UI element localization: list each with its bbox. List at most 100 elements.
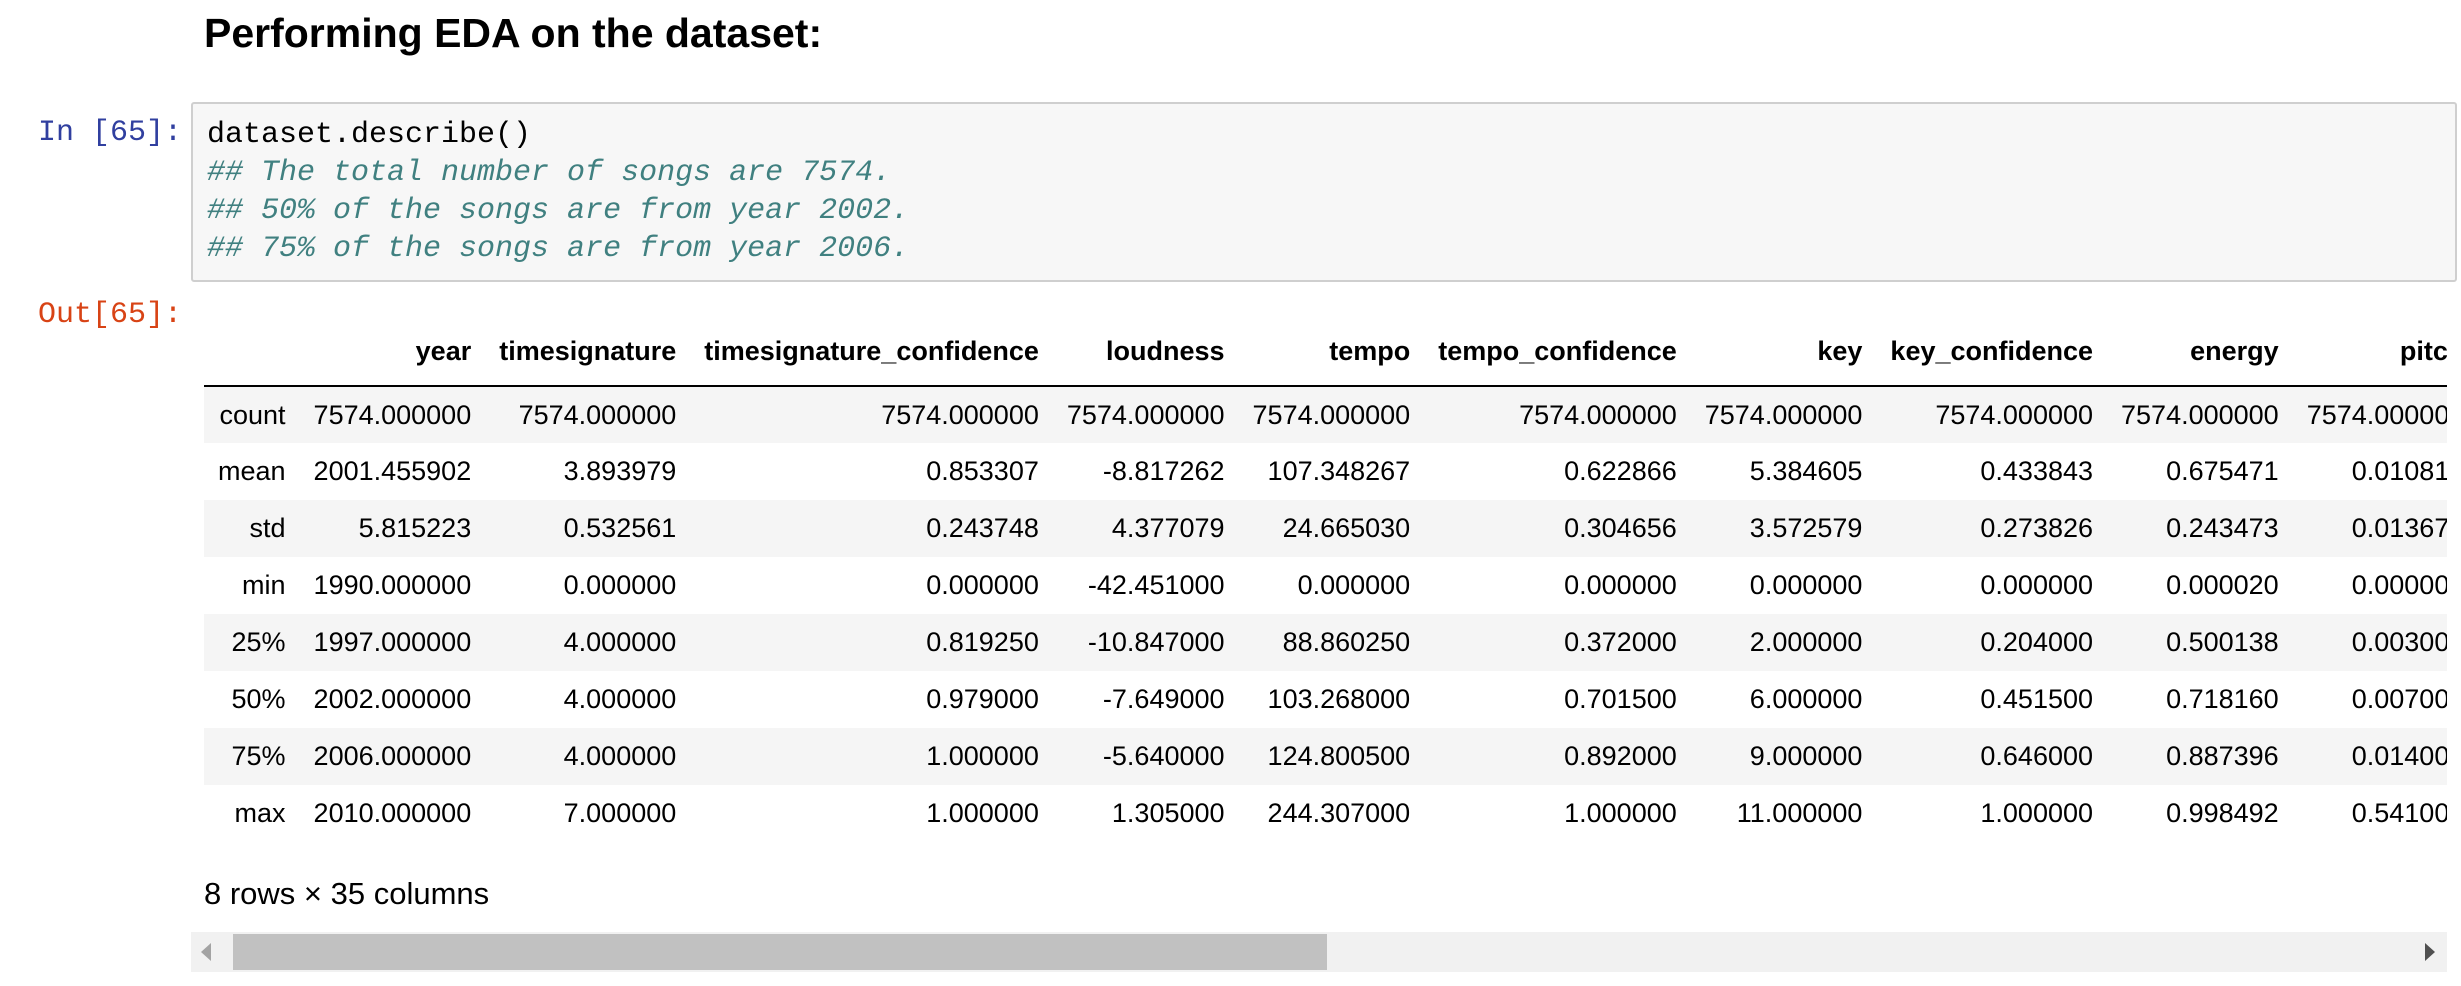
table-cell: 7574.000000 (1935, 399, 2094, 430)
table-cell: 0.000000 (563, 570, 677, 600)
table-cell: 0.622866 (1564, 456, 1677, 486)
code-line: dataset.describe() (207, 118, 532, 152)
table-cell: 0.000000 (926, 570, 1039, 600)
table-cell: 1990.000000 (313, 570, 472, 600)
table-cell: 3.893979 (563, 456, 677, 486)
table-cell: 0.853307 (926, 456, 1039, 486)
table-cell: 0.000000 (1749, 570, 1863, 600)
table-cell: -7.649000 (1102, 684, 1225, 714)
table-cell: 0.433843 (1980, 456, 2094, 486)
row-label: mean (218, 456, 286, 486)
input-prompt: In [65]: (38, 116, 183, 150)
table-cell: 0.892000 (1564, 741, 1677, 771)
table-cell: 0.998492 (2166, 798, 2279, 828)
table-cell: 1.000000 (1564, 798, 1677, 828)
column-header: key_confidence (1876, 318, 2108, 387)
scrollbar-thumb[interactable] (233, 934, 1327, 970)
row-label: std (249, 513, 286, 543)
table-cell: 0.500138 (2166, 627, 2279, 657)
table-cell: 107.348267 (1267, 456, 1411, 486)
table-cell: 24.665030 (1282, 513, 1411, 543)
dataframe-output: year timesignature timesignature_confidenc… (204, 318, 2447, 838)
table-header-row: year timesignature timesignature_confidenc… (204, 318, 2447, 387)
table-cell: 1.000000 (926, 741, 1039, 771)
table-cell: -10.847000 (1087, 627, 1225, 657)
table-cell: 0.204000 (1980, 627, 2094, 657)
table-cell: 1.305000 (1111, 798, 1225, 828)
table-cell: 2010.000000 (313, 798, 472, 828)
table-cell: 0.887396 (2166, 741, 2279, 771)
column-header: timesignature (485, 318, 691, 387)
table-cell: 9.000000 (1749, 741, 1863, 771)
table-cell: 2006.000000 (313, 741, 472, 771)
table-cell: 0.000020 (2166, 570, 2279, 600)
table-cell: 1.000000 (1980, 798, 2094, 828)
table-row: count 7574.000000 7574.000000 7574.000000 75… (204, 386, 2447, 443)
code-comment-line: ## 75% of the songs are from year 2006. (207, 232, 910, 266)
table-cell: 0.243473 (2166, 513, 2279, 543)
column-header: key (1690, 318, 1877, 387)
row-label: 50% (231, 684, 286, 714)
scroll-left-arrow-icon[interactable] (201, 943, 211, 961)
code-cell[interactable]: dataset.describe() ## The total number of… (191, 102, 2457, 282)
table-cell: 2001.455902 (313, 456, 472, 486)
column-header: year (299, 318, 486, 387)
table-row: 25% 1997.000000 4.000000 0.819250 -10.847000… (204, 614, 2447, 671)
table-cell: 2002.000000 (313, 684, 472, 714)
table-cell: 5.384605 (1749, 456, 1863, 486)
table-cell: 0.646000 (1980, 741, 2094, 771)
table-cell: 0.000000 (1297, 570, 1411, 600)
table-cell: 1.000000 (926, 798, 1039, 828)
table-cell: 0.013670 (2351, 513, 2447, 543)
table-cell: 0.372000 (1564, 627, 1677, 657)
column-header: timesignature_confidence (690, 318, 1053, 387)
column-header: loudness (1052, 318, 1239, 387)
index-header (204, 318, 300, 387)
table-cell: 0.010816 (2351, 456, 2447, 486)
table-cell: 7574.000000 (1704, 399, 1863, 430)
describe-table: year timesignature timesignature_confidenc… (204, 318, 2447, 838)
row-label: max (234, 798, 286, 828)
table-cell: 0.014000 (2351, 741, 2447, 771)
table-cell: 4.377079 (1111, 513, 1225, 543)
table-cell: -5.640000 (1102, 741, 1225, 771)
code-comment-line: ## The total number of songs are 7574. (207, 156, 892, 190)
table-cell: 7574.000000 (881, 399, 1039, 430)
table-cell: 7574.000000 (1066, 399, 1225, 430)
table-cell: 88.860250 (1282, 627, 1411, 657)
table-cell: 0.819250 (926, 627, 1039, 657)
table-cell: 103.268000 (1267, 684, 1411, 714)
table-cell: 244.307000 (1267, 798, 1411, 828)
table-cell: 6.000000 (1749, 684, 1863, 714)
table-cell: 11.000000 (1736, 798, 1863, 828)
table-row: mean 2001.455902 3.893979 0.853307 -8.817262… (204, 443, 2447, 500)
table-cell: 4.000000 (563, 627, 677, 657)
table-cell: 7574.000000 (2306, 399, 2447, 430)
row-label: 25% (231, 627, 286, 657)
column-header: pitch (2292, 318, 2447, 387)
code-comment-line: ## 50% of the songs are from year 2002. (207, 194, 910, 228)
table-row: min 1990.000000 0.000000 0.000000 -42.451000… (204, 557, 2447, 614)
table-cell: 7.000000 (563, 798, 677, 828)
table-cell: 0.000000 (2351, 570, 2447, 600)
table-row: max 2010.000000 7.000000 1.000000 1.305000 24… (204, 785, 2447, 838)
row-label: min (242, 570, 286, 600)
table-cell: -42.451000 (1087, 570, 1225, 600)
table-cell: 3.572579 (1749, 513, 1863, 543)
scroll-right-arrow-icon[interactable] (2425, 943, 2435, 961)
row-label: count (219, 399, 286, 430)
table-cell: 2.000000 (1749, 627, 1863, 657)
horizontal-scrollbar[interactable] (191, 932, 2447, 972)
table-cell: 7574.000000 (518, 399, 677, 430)
table-cell: 0.007000 (2351, 684, 2447, 714)
table-cell: 0.243748 (926, 513, 1039, 543)
table-cell: 4.000000 (563, 741, 677, 771)
output-prompt: Out[65]: (38, 298, 183, 332)
table-cell: 0.718160 (2166, 684, 2279, 714)
table-cell: 0.000000 (1564, 570, 1677, 600)
table-cell: 0.701500 (1564, 684, 1677, 714)
table-cell: 5.815223 (358, 513, 472, 543)
table-cell: -8.817262 (1102, 456, 1225, 486)
table-cell: 1997.000000 (313, 627, 472, 657)
column-header: tempo (1238, 318, 1425, 387)
